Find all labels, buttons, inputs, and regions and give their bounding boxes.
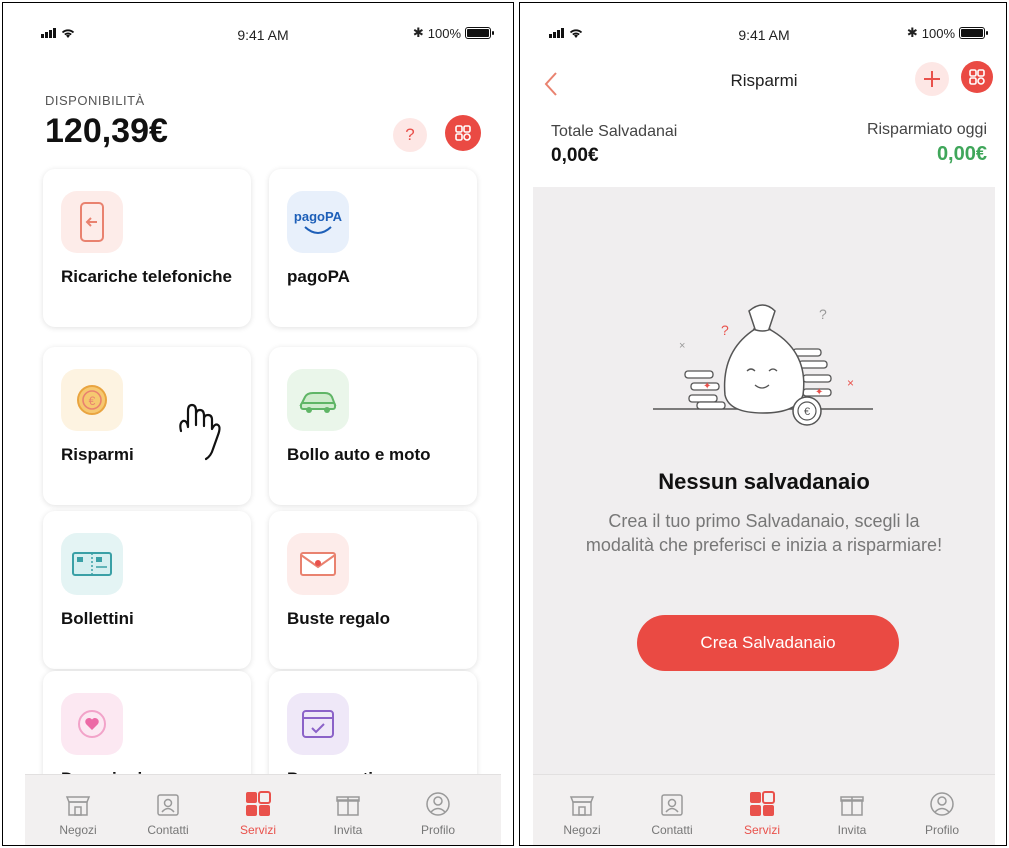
- tab-label: Invita: [333, 823, 363, 837]
- gift-icon: [840, 796, 864, 816]
- service-label: Bollettini: [61, 609, 134, 628]
- qr-code-button[interactable]: [445, 115, 481, 151]
- total-savings-label: Totale Salvadanai: [551, 123, 678, 140]
- tab-label: Contatti: [147, 823, 189, 837]
- svg-text:✦: ✦: [703, 381, 711, 392]
- status-bar: 9:41 AM ✱ 100%: [25, 19, 501, 49]
- tab-contatti[interactable]: Contatti: [133, 789, 203, 837]
- contacts-icon: [661, 794, 683, 816]
- service-card-pagopa[interactable]: pagoPA pagoPA: [269, 169, 477, 327]
- help-button[interactable]: ?: [393, 118, 427, 152]
- service-card-bollettini[interactable]: Bollettini: [43, 511, 251, 669]
- svg-text:€: €: [89, 394, 96, 408]
- pagopa-icon-text: pagoPA: [294, 209, 343, 224]
- payment-calendar-icon: [287, 693, 349, 755]
- service-card-ricariche[interactable]: Ricariche telefoniche: [43, 169, 251, 327]
- empty-state-description: Crea il tuo primo Salvadanaio, scegli la…: [585, 511, 943, 555]
- service-label: Buste regalo: [287, 609, 390, 628]
- bluetooth-icon: ✱: [412, 25, 424, 40]
- balance-label: DISPONIBILITÀ: [45, 93, 145, 108]
- services-icon: [246, 791, 271, 816]
- profile-icon: [930, 792, 954, 816]
- tab-label: Invita: [837, 823, 867, 837]
- create-savings-button[interactable]: Crea Salvadanaio: [637, 615, 899, 671]
- phone-screen: 9:41 AM ✱ 100% Risparmi Totale Salvadana…: [533, 11, 995, 845]
- svg-text:×: ×: [679, 340, 685, 352]
- qr-code-icon: [455, 125, 471, 141]
- services-icon: [750, 791, 775, 816]
- svg-text:€: €: [804, 406, 810, 418]
- empty-state: € ? ? × × ✦ ✦ Nessun salvadanaio Crea il…: [533, 187, 995, 775]
- empty-state-title: Nessun salvadanaio: [658, 469, 870, 494]
- euro-coin-icon: €: [61, 369, 123, 431]
- gift-envelope-icon: [287, 533, 349, 595]
- saved-today-value: 0,00€: [936, 143, 987, 165]
- tab-label: Profilo: [420, 823, 455, 837]
- tab-invita[interactable]: Invita: [313, 789, 383, 837]
- shop-icon: [65, 796, 91, 816]
- tab-contatti[interactable]: Contatti: [637, 789, 707, 837]
- total-savings-value: 0,00€: [551, 145, 599, 166]
- battery-icon: [465, 27, 494, 39]
- phone-screen: 9:41 AM ✱ 100% DISPONIBILITÀ 120,39€ ? R…: [25, 11, 501, 845]
- savings-screen: 9:41 AM ✱ 100% Risparmi Totale Salvadana…: [519, 2, 1007, 846]
- service-label: Bollo auto e moto: [287, 445, 431, 464]
- tab-label: Negozi: [59, 823, 97, 837]
- tab-negozi[interactable]: Negozi: [43, 789, 113, 837]
- plus-icon: [924, 71, 940, 87]
- pagopa-icon: pagoPA: [287, 191, 349, 253]
- service-label: Ricariche telefoniche: [61, 267, 233, 286]
- heart-icon: [61, 693, 123, 755]
- gift-icon: [336, 796, 360, 816]
- contacts-icon: [157, 794, 179, 816]
- balance-value: 120,39€: [45, 112, 168, 150]
- svg-text:?: ?: [721, 322, 729, 338]
- svg-text:?: ?: [819, 306, 827, 322]
- profile-icon: [426, 792, 450, 816]
- tab-negozi[interactable]: Negozi: [547, 789, 617, 837]
- battery-icon: [959, 27, 988, 39]
- tab-profilo[interactable]: Profilo: [403, 789, 473, 837]
- battery-percent: 100%: [921, 25, 955, 41]
- pointing-hand-icon: [179, 403, 221, 461]
- service-card-buste-regalo[interactable]: Buste regalo: [269, 511, 477, 669]
- tab-label: Servizi: [239, 823, 276, 837]
- bluetooth-icon: ✱: [906, 25, 918, 40]
- tab-label: Profilo: [924, 823, 959, 837]
- tab-servizi[interactable]: Servizi: [727, 789, 797, 837]
- tab-invita[interactable]: Invita: [817, 789, 887, 837]
- car-icon: [287, 369, 349, 431]
- bill-icon: [61, 533, 123, 595]
- tab-label: Negozi: [563, 823, 601, 837]
- svg-text:×: ×: [847, 376, 854, 390]
- saved-today-label: Risparmiato oggi: [866, 121, 987, 138]
- service-card-bollo[interactable]: Bollo auto e moto: [269, 347, 477, 505]
- tab-label: Servizi: [743, 823, 780, 837]
- tab-label: Contatti: [651, 823, 693, 837]
- services-screen: 9:41 AM ✱ 100% DISPONIBILITÀ 120,39€ ? R…: [2, 2, 514, 846]
- tab-servizi[interactable]: Servizi: [223, 789, 293, 837]
- tab-bar: Negozi Contatti Servizi Invita Profilo: [25, 774, 501, 845]
- qr-code-icon: [969, 69, 985, 85]
- tab-bar: Negozi Contatti Servizi Invita Profilo: [533, 774, 995, 845]
- shop-icon: [569, 796, 595, 816]
- battery-percent: 100%: [427, 25, 461, 41]
- phone-recharge-icon: [61, 191, 123, 253]
- qr-code-button[interactable]: [961, 61, 993, 93]
- service-label: pagoPA: [287, 267, 350, 286]
- svg-text:✦: ✦: [815, 387, 823, 398]
- add-button[interactable]: [915, 62, 949, 96]
- money-bag-illustration: € ? ? × × ✦ ✦: [653, 304, 873, 426]
- tab-profilo[interactable]: Profilo: [907, 789, 977, 837]
- status-bar: 9:41 AM ✱ 100%: [533, 19, 995, 49]
